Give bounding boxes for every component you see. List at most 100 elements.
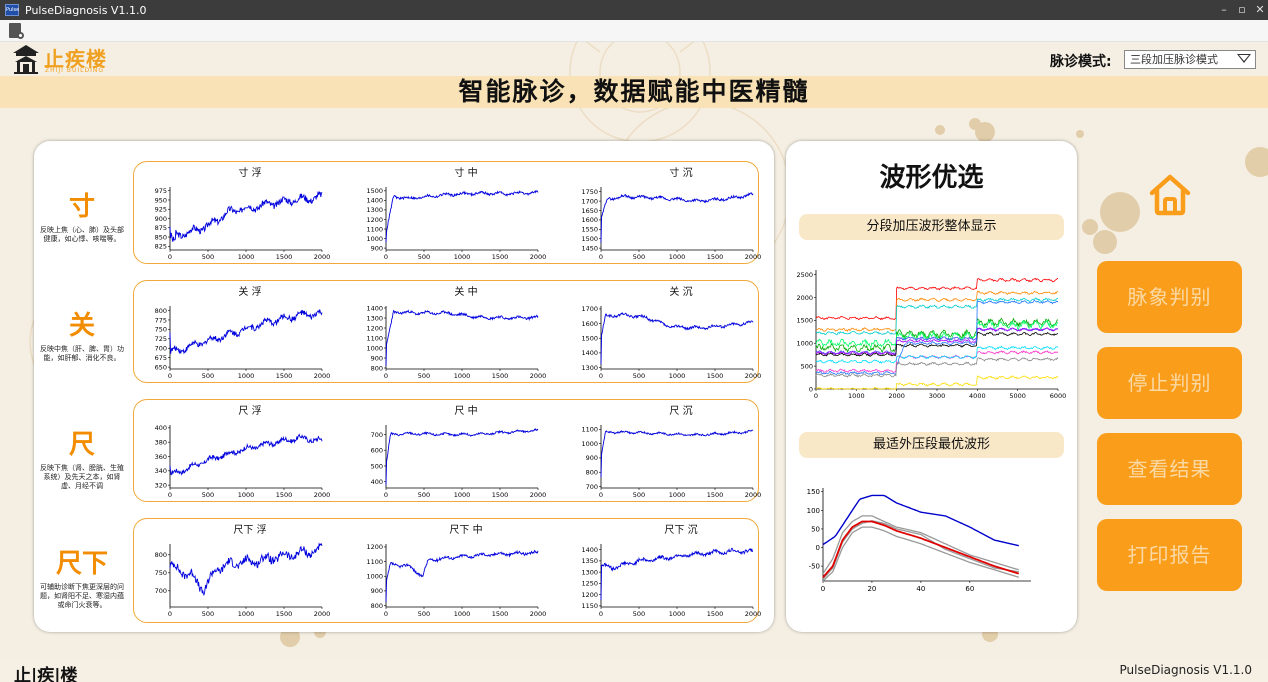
y-tick-label: 800 — [155, 307, 167, 315]
x-tick-label: 2000 — [745, 491, 762, 499]
pulse-row-box: 尺下 浮 800 750 700 0 500 1000 1500 2000 尺下 中 1200 110… — [133, 518, 761, 623]
x-tick-label: 500 — [418, 491, 430, 499]
document-settings-icon[interactable] — [9, 23, 24, 39]
x-tick-label: 500 — [418, 372, 430, 380]
window-title: PulseDiagnosis V1.1.0 — [25, 3, 147, 17]
y-tick-label: 2000 — [796, 294, 813, 302]
y-tick-label: 1500 — [581, 335, 598, 343]
toolbar — [0, 20, 1268, 42]
x-tick-label: 2000 — [530, 372, 547, 380]
x-tick-label: 2000 — [314, 491, 331, 499]
x-tick-label: 1000 — [454, 610, 471, 618]
x-tick-label: 1500 — [707, 491, 724, 499]
y-tick-label: 1650 — [581, 207, 598, 215]
pulse-waveform-line — [385, 428, 539, 486]
x-tick-label: 1000 — [238, 491, 255, 499]
mode-select[interactable]: 三段加压脉诊模式 — [1124, 50, 1256, 69]
x-tick-label: 500 — [633, 253, 645, 261]
y-tick-label: 1350 — [581, 557, 598, 565]
y-tick-label: 100 — [807, 507, 820, 515]
y-tick-label: 600 — [371, 447, 383, 455]
pulse-waveform-line — [600, 429, 754, 478]
footer-version: PulseDiagnosis V1.1.0 — [1119, 663, 1253, 677]
y-tick-label: 1100 — [366, 225, 383, 233]
position-label: 关 — [68, 311, 95, 341]
close-button[interactable]: ✕ — [1252, 0, 1268, 20]
y-tick-label: 1300 — [366, 314, 383, 322]
row-label-1: 关反映中焦（肝、脾、胃）功能，如肝郁、消化不良。 — [34, 310, 130, 363]
x-tick-label: 1000 — [669, 491, 686, 499]
pulse-waveform-line — [600, 192, 754, 243]
window-titlebar: Pulse PulseDiagnosis V1.1.0 – ▫ ✕ — [0, 0, 1268, 20]
y-tick-label: 0 — [809, 385, 813, 393]
stop-judge-button[interactable]: 停止判别 — [1097, 347, 1242, 419]
y-tick-label: 1300 — [581, 364, 598, 372]
y-tick-label: 380 — [155, 438, 167, 446]
pulse-waveform-line — [385, 549, 539, 603]
maximize-button[interactable]: ▫ — [1234, 0, 1250, 20]
x-tick-label: 1000 — [238, 610, 255, 618]
waveform-plot: 400 380 360 340 3200 500 1000 1500 2000 — [155, 424, 331, 499]
y-tick-label: 1100 — [366, 334, 383, 342]
position-description: 反映中焦（肝、脾、胃）功能，如肝郁、消化不良。 — [40, 345, 124, 362]
x-tick-label: 0 — [168, 372, 172, 380]
x-tick-label: 1500 — [707, 610, 724, 618]
x-tick-label: 2000 — [314, 253, 331, 261]
pulse-chart: 尺 沉 1100 1000 900 800 700 0 500 1000 1500 2000 — [571, 400, 761, 503]
y-tick-label: 1000 — [366, 344, 383, 352]
position-label: 寸 — [68, 192, 95, 222]
y-tick-label: 1200 — [366, 216, 383, 224]
pulse-waveform-line — [169, 309, 323, 355]
x-tick-label: 0 — [384, 372, 388, 380]
y-tick-label: 800 — [586, 469, 598, 477]
x-tick-label: 1500 — [276, 372, 293, 380]
pulse-row-box: 关 浮 800 775 750 725 700 675 650 0 500 1000 1500 2000… — [133, 280, 761, 383]
x-tick-label: 4000 — [969, 392, 986, 400]
y-tick-label: 900 — [371, 244, 383, 252]
chart-title: 寸 沉 — [669, 168, 693, 179]
pulse-waveform-line — [600, 547, 754, 601]
x-tick-label: 0 — [168, 253, 172, 261]
x-tick-label: 5000 — [1009, 392, 1026, 400]
x-tick-label: 500 — [202, 491, 214, 499]
y-tick-label: 1500 — [796, 317, 813, 325]
x-tick-label: 2000 — [530, 610, 547, 618]
pulse-waveform-line — [169, 190, 323, 242]
x-tick-label: 0 — [384, 253, 388, 261]
pulse-chart: 尺 浮 400 380 360 340 320 0 500 1000 1500 2000 — [140, 400, 331, 503]
y-tick-label: 825 — [155, 243, 167, 251]
overall-series-line — [815, 300, 1059, 376]
view-result-button[interactable]: 查看结果 — [1097, 433, 1242, 505]
x-tick-label: 60 — [965, 585, 974, 593]
x-tick-label: 1500 — [276, 253, 293, 261]
chevron-down-icon — [1237, 54, 1251, 63]
x-tick-label: 1000 — [454, 253, 471, 261]
print-report-button[interactable]: 打印报告 — [1097, 519, 1242, 591]
y-tick-label: 900 — [371, 587, 383, 595]
y-tick-label: 1100 — [581, 426, 598, 434]
y-tick-label: 1300 — [581, 568, 598, 576]
y-tick-label: 1000 — [366, 235, 383, 243]
y-tick-label: -50 — [809, 563, 820, 571]
waveform-plot: 1400 1300 1200 1100 1000 900 8000 500 1000 1500 20… — [366, 304, 547, 380]
y-tick-label: 725 — [155, 335, 167, 343]
row-label-2: 尺反映下焦（肾、膀胱、生殖系统）及先天之本，如肾虚、月经不调 — [34, 429, 130, 491]
footer-logo: 止|疾|楼 — [14, 666, 78, 682]
mode-select-value: 三段加压脉诊模式 — [1130, 53, 1218, 66]
y-tick-label: 500 — [371, 462, 383, 470]
home-icon[interactable] — [1146, 171, 1194, 219]
position-label: 尺 — [68, 430, 95, 460]
y-tick-label: 1550 — [581, 226, 598, 234]
minimize-button[interactable]: – — [1216, 0, 1232, 20]
y-tick-label: 950 — [155, 196, 167, 204]
chart-title: 关 中 — [454, 287, 478, 298]
y-tick-label: 700 — [155, 587, 167, 595]
waveform-selection-panel: 波形优选 分段加压波形整体显示 2500 2000 1500 1000 500 0 0 100… — [786, 141, 1077, 632]
pulse-judge-button[interactable]: 脉象判别 — [1097, 261, 1242, 333]
pulse-chart: 寸 中 1500 1400 1300 1200 1100 1000 900 0 500 1000 15… — [356, 162, 546, 265]
x-tick-label: 500 — [418, 253, 430, 261]
chart-title: 寸 浮 — [238, 168, 262, 179]
y-tick-label: 1000 — [366, 573, 383, 581]
page-banner: 智能脉诊，数据赋能中医精髓 — [0, 76, 1268, 108]
pulse-row-box: 寸 浮 975 950 925 900 875 850 825 0 500 1000 1500 2000… — [133, 161, 761, 265]
